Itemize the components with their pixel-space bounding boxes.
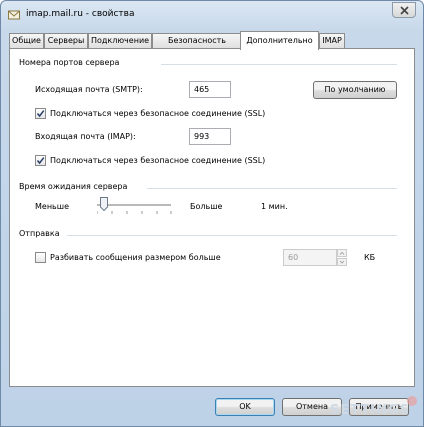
ok-button-label: OK: [239, 402, 251, 411]
group-divider: [161, 64, 397, 65]
tab-label: Безопасность: [168, 36, 226, 45]
window-title: imap.mail.ru - свойства: [26, 9, 135, 19]
smtp-port-input[interactable]: 465: [189, 81, 231, 98]
split-size-input[interactable]: 60: [283, 249, 337, 266]
smtp-ssl-checkbox[interactable]: [35, 108, 46, 119]
imap-ssl-checkbox[interactable]: [35, 155, 46, 166]
smtp-port-label: Исходящая почта (SMTP):: [35, 85, 143, 94]
spin-down-button[interactable]: [337, 258, 347, 266]
split-size-spinner[interactable]: [337, 249, 347, 266]
group-divider: [147, 188, 397, 189]
checkmark-icon: [36, 157, 45, 165]
timeout-group-title: Время ожидания сервера: [19, 182, 128, 191]
cancel-button-label: Отмена: [295, 402, 329, 411]
timeout-less-label: Меньше: [35, 202, 70, 211]
tab-label: IMAP: [322, 36, 342, 45]
chevron-up-icon: [339, 251, 345, 255]
slider-ticks: [97, 211, 172, 214]
smtp-ssl-label: Подключаться через безопасное соединение…: [50, 109, 266, 118]
tab-label: Серверы: [47, 36, 85, 45]
chevron-down-icon: [339, 260, 345, 264]
watermark: SETTINGS: [329, 403, 410, 418]
timeout-value: 1 мин.: [261, 202, 288, 211]
default-ports-button[interactable]: По умолчанию: [313, 81, 397, 99]
tab-advanced[interactable]: Дополнительно: [240, 31, 319, 50]
tab-connection[interactable]: Подключение: [88, 33, 152, 49]
close-button[interactable]: [392, 2, 416, 18]
properties-window: imap.mail.ru - свойства Общие Серверы По…: [0, 0, 424, 427]
sending-group-title: Отправка: [19, 229, 60, 238]
watermark-logo-icon: [407, 396, 417, 406]
timeout-slider-track[interactable]: [97, 204, 171, 207]
ok-button[interactable]: OK: [215, 398, 275, 416]
envelope-icon: [8, 10, 20, 20]
split-messages-checkbox[interactable]: [35, 252, 46, 263]
split-size-unit: КБ: [364, 253, 376, 262]
tab-general[interactable]: Общие: [9, 33, 44, 49]
timeout-more-label: Больше: [190, 202, 223, 211]
spin-up-button[interactable]: [337, 249, 347, 257]
group-divider: [67, 235, 397, 236]
title-bar[interactable]: imap.mail.ru - свойства: [1, 1, 423, 31]
tab-servers[interactable]: Серверы: [44, 33, 88, 49]
imap-port-input[interactable]: 993: [189, 128, 231, 145]
close-icon: [400, 6, 409, 15]
split-messages-label: Разбивать сообщения размером больше: [50, 253, 221, 262]
imap-ssl-label: Подключаться через безопасное соединение…: [50, 156, 266, 165]
imap-port-label: Входящая почта (IMAP):: [35, 132, 136, 141]
timeout-slider-thumb[interactable]: [100, 197, 108, 211]
ports-group-title: Номера портов сервера: [19, 58, 120, 67]
tab-label: Дополнительно: [246, 36, 313, 45]
tab-security[interactable]: Безопасность: [152, 33, 242, 49]
default-ports-button-label: По умолчанию: [324, 85, 386, 94]
tab-label: Общие: [12, 36, 41, 45]
checkmark-icon: [36, 110, 45, 118]
tab-label: Подключение: [90, 36, 150, 45]
tab-imap[interactable]: IMAP: [319, 33, 345, 49]
